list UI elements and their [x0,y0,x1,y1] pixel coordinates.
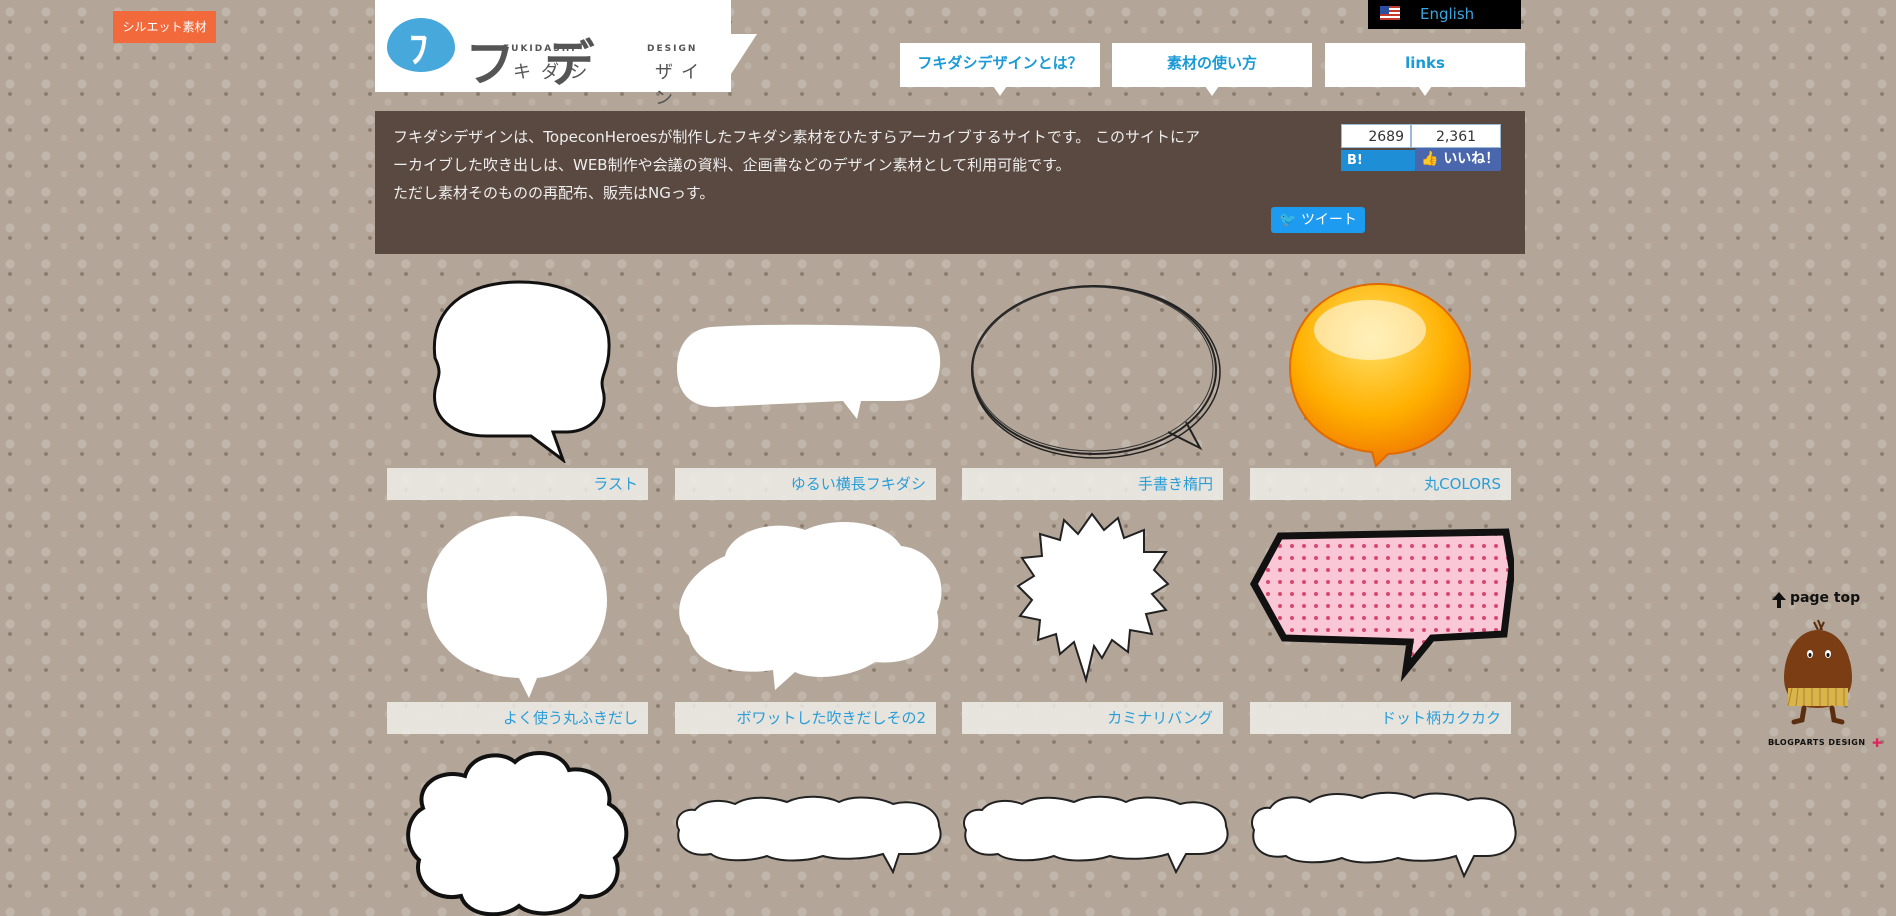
silhouette-material-tab[interactable]: シルエット素材 [113,11,216,43]
material-card[interactable]: よく使う丸ふきだし [387,512,648,734]
nav-links[interactable]: links [1325,43,1525,96]
wide-bubble-icon [677,324,941,419]
material-card[interactable]: ゆるい横長フキダシ [675,278,941,500]
intro-line-1: フキダシデザインは、TopeconHeroesが制作したフキダシ素材をひたすらア… [393,128,1201,146]
facebook-like-label: いいね！ [1443,151,1500,167]
site-logo[interactable]: ﾌ フ デ FUKIDASHI DESIGN キダシ ザイン [375,0,731,109]
material-card[interactable] [1250,746,1517,906]
logo-design-text: DESIGN [647,44,698,54]
material-label[interactable]: 丸COLORS [1250,468,1511,500]
material-label[interactable]: ラスト [387,468,648,500]
material-card[interactable]: 手書き楕円 [962,278,1223,500]
wide-cloud-bubble-icon [963,795,1229,874]
cloud-bubble-icon [679,522,942,690]
thumbs-up-icon: 👍 [1421,151,1439,167]
material-card[interactable] [387,746,648,916]
sketch-ellipse-icon [971,285,1221,459]
facebook-like-count: 2,361 [1411,124,1501,148]
fluffy-cloud-bubble-icon [406,750,629,916]
logo-kana-2: ザイン [655,62,707,109]
intro-text: フキダシデザインは、TopeconHeroesが制作したフキダシ素材をひたすらア… [393,123,1223,207]
tweet-label: ツイート [1300,212,1357,228]
intro-line-3: ただし素材そのものの再配布、販売はNGっす。 [393,184,715,202]
material-label[interactable]: ボワットした吹きだしその2 [675,702,936,734]
material-card[interactable] [675,746,942,906]
page-top-footer: BLOGPARTS DESIGN [1768,738,1866,747]
orange-glossy-bubble-icon [1288,282,1472,468]
wide-cloud-bubble-icon [676,795,942,874]
language-label: English [1420,5,1475,23]
plus-icon: ✚ [1872,736,1883,750]
logo-mark-char: ﾌ [409,26,429,71]
nav-usage[interactable]: 素材の使い方 [1112,43,1312,96]
material-card[interactable] [962,746,1229,906]
facebook-like-button[interactable]: 👍 いいね！ [1415,148,1501,171]
twitter-bird-icon: 🐦 [1279,212,1297,228]
material-label[interactable]: ドット柄カクカク [1250,702,1511,734]
dotted-angular-bubble-icon [1250,528,1514,683]
material-card[interactable]: ボワットした吹きだしその2 [675,512,942,734]
material-card[interactable]: 丸COLORS [1250,278,1511,500]
page-top-label: page top [1790,590,1861,606]
material-card[interactable]: カミナリバング [962,512,1223,734]
spiky-burst-icon [1016,512,1170,684]
intro-panel: フキダシデザインは、TopeconHeroesが制作したフキダシ素材をひたすらア… [375,111,1525,254]
rounded-bubble-icon [432,280,611,463]
hatena-bookmark-button[interactable]: B! Bookm [1341,150,1415,171]
nav-about[interactable]: フキダシデザインとは？ [900,43,1100,96]
tweet-button[interactable]: 🐦 ツイート [1271,207,1365,233]
material-label[interactable]: よく使う丸ふきだし [387,702,648,734]
page-top-button[interactable]: page top BLOGPARTS DESIGN ✚ [1760,588,1890,758]
mascot-icon [1784,619,1852,725]
hatena-bookmark-count: 2689 [1341,124,1411,148]
logo-kana-1: キダシ [513,62,598,83]
language-switch[interactable]: English [1368,0,1521,29]
material-label[interactable]: カミナリバング [962,702,1223,734]
wide-cloud-bubble-icon [1251,791,1517,879]
logo-tail [731,34,757,74]
us-flag-icon [1380,6,1400,20]
material-card[interactable]: ラスト [387,278,648,500]
material-label[interactable]: 手書き楕円 [962,468,1223,500]
material-card[interactable]: ドット柄カクカク [1250,512,1514,734]
logo-fukidashi-text: FUKIDASHI [503,44,577,54]
intro-line-2: ーカイブした吹き出しは、WEB制作や会議の資料、企画書などのデザイン素材として利… [393,156,1071,174]
material-label[interactable]: ゆるい横長フキダシ [675,468,936,500]
arrow-up-icon [1772,592,1786,608]
round-bubble-icon [427,516,607,698]
